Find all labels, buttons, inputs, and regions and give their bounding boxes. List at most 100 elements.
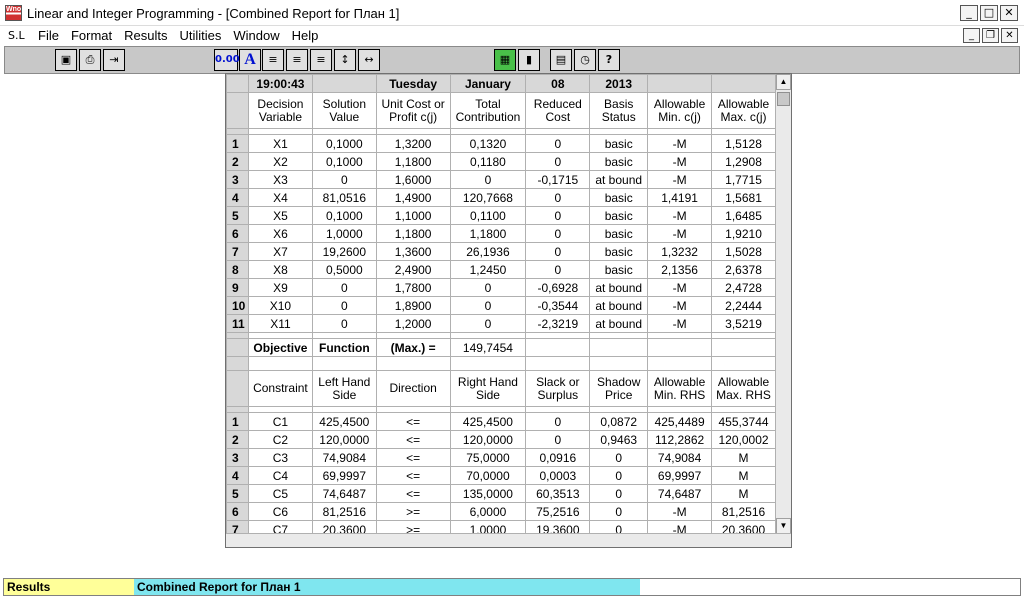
grid-cell[interactable]: 1,3232 bbox=[647, 242, 713, 261]
grid-cell[interactable]: 0 bbox=[311, 278, 377, 297]
column-width-icon[interactable]: ↔ bbox=[358, 49, 380, 71]
grid-cell[interactable]: 81,0516 bbox=[311, 188, 377, 207]
mdi-close-icon[interactable]: ✕ bbox=[1001, 28, 1018, 43]
grid-cell[interactable] bbox=[247, 356, 313, 371]
grid-cell[interactable]: basic bbox=[589, 188, 649, 207]
grid-cell[interactable]: 1,1800 bbox=[375, 152, 451, 171]
grid-cell[interactable]: 120,0000 bbox=[311, 430, 377, 449]
grid-cell[interactable]: C2 bbox=[247, 430, 313, 449]
column-header[interactable]: Direction bbox=[375, 370, 451, 407]
grid-cell[interactable]: <= bbox=[375, 484, 451, 503]
row-number[interactable]: 5 bbox=[226, 206, 249, 225]
grid-cell[interactable]: 0 bbox=[449, 170, 527, 189]
grid-cell[interactable]: 0 bbox=[311, 314, 377, 333]
row-number[interactable]: 9 bbox=[226, 278, 249, 297]
grid-cell[interactable]: 0 bbox=[525, 242, 591, 261]
grid-cell[interactable] bbox=[711, 356, 776, 371]
grid-cell[interactable]: 81,2516 bbox=[711, 502, 776, 521]
column-header[interactable]: Constraint bbox=[247, 370, 313, 407]
row-number[interactable]: 3 bbox=[226, 170, 249, 189]
grid-cell[interactable]: basic bbox=[589, 242, 649, 261]
grid-cell[interactable]: 0 bbox=[449, 314, 527, 333]
row-header[interactable] bbox=[226, 74, 249, 93]
grid-cell[interactable]: 2,4728 bbox=[711, 278, 776, 297]
grid-cell[interactable]: 74,9084 bbox=[311, 448, 377, 467]
grid-cell[interactable]: 75,0000 bbox=[449, 448, 527, 467]
row-number[interactable]: 3 bbox=[226, 448, 249, 467]
grid-cell[interactable]: 20,3600 bbox=[711, 520, 776, 534]
grid-cell[interactable]: 74,6487 bbox=[647, 484, 713, 503]
grid-cell[interactable]: 69,9997 bbox=[311, 466, 377, 485]
align-right-icon[interactable]: ≡ bbox=[310, 49, 332, 71]
grid-icon[interactable]: ▦ bbox=[494, 49, 516, 71]
grid-cell[interactable]: 2,4900 bbox=[375, 260, 451, 279]
grid-cell[interactable]: <= bbox=[375, 466, 451, 485]
grid-cell[interactable]: 0 bbox=[449, 296, 527, 315]
grid-cell[interactable]: 0,1180 bbox=[449, 152, 527, 171]
grid-cell[interactable]: 26,1936 bbox=[449, 242, 527, 261]
column-header[interactable]: Tuesday bbox=[375, 74, 451, 93]
grid-cell[interactable] bbox=[647, 356, 713, 371]
grid-cell[interactable]: 112,2862 bbox=[647, 430, 713, 449]
grid-cell[interactable]: -M bbox=[647, 224, 713, 243]
row-number[interactable]: 7 bbox=[226, 242, 249, 261]
grid-cell[interactable]: -0,1715 bbox=[525, 170, 591, 189]
grid-cell[interactable]: 0 bbox=[525, 206, 591, 225]
column-header[interactable]: 19:00:43 bbox=[247, 74, 313, 93]
grid-cell[interactable]: 1,2000 bbox=[375, 314, 451, 333]
grid-cell[interactable]: 1,7800 bbox=[375, 278, 451, 297]
grid-cell[interactable]: X8 bbox=[247, 260, 313, 279]
row-number[interactable]: 6 bbox=[226, 502, 249, 521]
grid-cell[interactable]: 69,9997 bbox=[647, 466, 713, 485]
grid-cell[interactable]: -M bbox=[647, 278, 713, 297]
grid-cell[interactable]: <= bbox=[375, 448, 451, 467]
grid-cell[interactable]: 1,1800 bbox=[449, 224, 527, 243]
grid-cell[interactable]: 81,2516 bbox=[311, 502, 377, 521]
grid-cell[interactable]: 455,3744 bbox=[711, 412, 776, 431]
grid-cell[interactable]: 0 bbox=[589, 484, 649, 503]
row-number[interactable]: 1 bbox=[226, 412, 249, 431]
row-number[interactable]: 4 bbox=[226, 188, 249, 207]
menu-window[interactable]: Window bbox=[227, 28, 285, 43]
grid-cell[interactable]: 1,6485 bbox=[711, 206, 776, 225]
grid-cell[interactable]: 1,3200 bbox=[375, 134, 451, 153]
grid-cell[interactable]: 425,4489 bbox=[647, 412, 713, 431]
column-header[interactable] bbox=[647, 74, 713, 93]
grid-cell[interactable]: 0,1000 bbox=[311, 152, 377, 171]
objective-cell[interactable]: Function bbox=[311, 338, 377, 357]
objective-cell[interactable] bbox=[525, 338, 591, 357]
grid-cell[interactable]: -M bbox=[647, 520, 713, 534]
grid-cell[interactable]: 135,0000 bbox=[449, 484, 527, 503]
grid-cell[interactable]: X4 bbox=[247, 188, 313, 207]
grid-cell[interactable]: 1,5681 bbox=[711, 188, 776, 207]
grid-cell[interactable]: -M bbox=[647, 152, 713, 171]
column-header[interactable]: Right Hand Side bbox=[449, 370, 527, 407]
grid-cell[interactable]: X11 bbox=[247, 314, 313, 333]
grid-cell[interactable]: 0 bbox=[449, 278, 527, 297]
row-number[interactable]: 4 bbox=[226, 466, 249, 485]
grid-cell[interactable]: 0 bbox=[525, 224, 591, 243]
grid-cell[interactable]: 120,0002 bbox=[711, 430, 776, 449]
grid-cell[interactable]: X10 bbox=[247, 296, 313, 315]
grid-cell[interactable]: <= bbox=[375, 412, 451, 431]
grid-cell[interactable]: 0,0003 bbox=[525, 466, 591, 485]
grid-cell[interactable]: basic bbox=[589, 224, 649, 243]
grid-cell[interactable]: 74,6487 bbox=[311, 484, 377, 503]
calculator-icon[interactable]: ▤ bbox=[550, 49, 572, 71]
grid-cell[interactable]: C6 bbox=[247, 502, 313, 521]
grid-cell[interactable]: 19,3600 bbox=[525, 520, 591, 534]
grid-cell[interactable]: 1,0000 bbox=[311, 224, 377, 243]
grid-cell[interactable]: -0,3544 bbox=[525, 296, 591, 315]
grid-cell[interactable]: 1,8900 bbox=[375, 296, 451, 315]
grid-cell[interactable]: C1 bbox=[247, 412, 313, 431]
grid-cell[interactable]: 1,7715 bbox=[711, 170, 776, 189]
objective-cell[interactable] bbox=[647, 338, 713, 357]
grid-cell[interactable]: 425,4500 bbox=[449, 412, 527, 431]
grid-cell[interactable] bbox=[525, 356, 591, 371]
clock-icon[interactable]: ◷ bbox=[574, 49, 596, 71]
grid-cell[interactable]: -M bbox=[647, 314, 713, 333]
grid-cell[interactable]: 1,6000 bbox=[375, 170, 451, 189]
row-number[interactable]: 6 bbox=[226, 224, 249, 243]
minimize-icon[interactable]: _ bbox=[960, 5, 978, 21]
grid-cell[interactable]: 1,5128 bbox=[711, 134, 776, 153]
